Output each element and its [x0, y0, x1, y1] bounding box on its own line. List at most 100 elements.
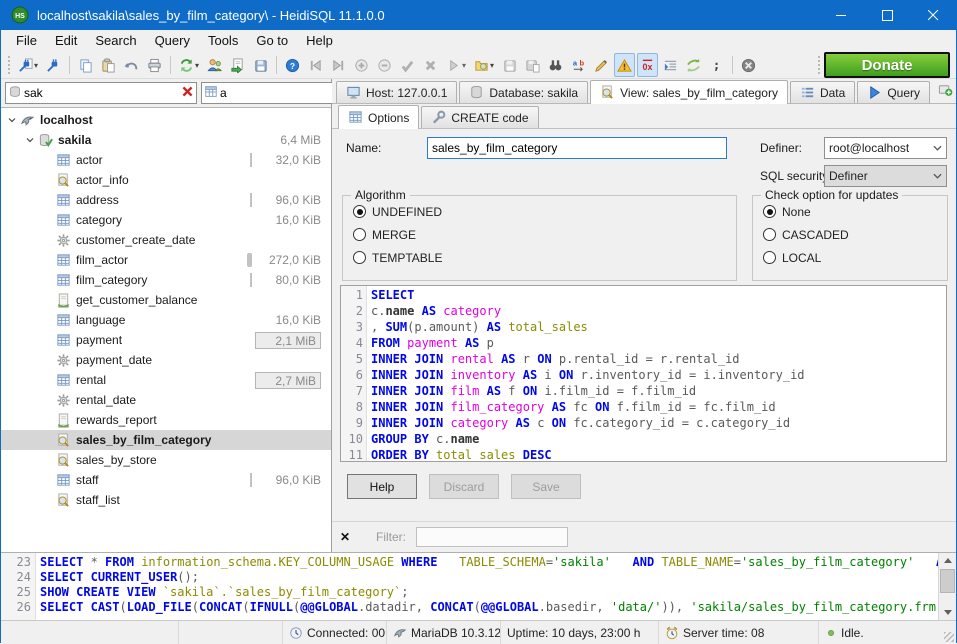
- discard-changes-button[interactable]: [420, 53, 441, 77]
- algorithm-radio-merge[interactable]: MERGE: [353, 227, 736, 242]
- find-text-button[interactable]: [545, 53, 566, 77]
- scrollbar-down-icon[interactable]: [939, 605, 956, 620]
- menu-query[interactable]: Query: [146, 30, 199, 52]
- disconnect-button[interactable]: [43, 53, 64, 77]
- filter-input[interactable]: [416, 527, 568, 547]
- tree-item-actor[interactable]: actor 32,0 KiB: [1, 150, 331, 170]
- minimize-button[interactable]: [818, 0, 864, 30]
- tree-item-actor_info[interactable]: actor_info: [1, 170, 331, 190]
- tree-expander-icon[interactable]: [23, 134, 37, 146]
- tree-item-payment[interactable]: payment 2,1 MiB: [1, 330, 331, 350]
- user-manager-button[interactable]: [204, 53, 225, 77]
- scrollbar-up-icon[interactable]: [939, 553, 956, 568]
- database-filter-input[interactable]: [22, 86, 181, 100]
- new-query-tab-icon[interactable]: [938, 82, 953, 100]
- export-tables-button[interactable]: [227, 53, 248, 77]
- first-row-button[interactable]: [305, 53, 326, 77]
- menu-help[interactable]: Help: [297, 30, 342, 52]
- print-button[interactable]: [144, 53, 165, 77]
- tab-host-127-0-0-1[interactable]: Host: 127.0.0.1: [336, 81, 457, 103]
- save-button[interactable]: Save: [511, 474, 581, 499]
- tab-database-sakila[interactable]: Database: sakila: [459, 81, 588, 103]
- radio-icon[interactable]: [763, 228, 776, 241]
- tab-query[interactable]: Query: [857, 81, 930, 103]
- tree-item-get_customer_balance[interactable]: get_customer_balance: [1, 290, 331, 310]
- execute-sql-button[interactable]: ▾: [443, 53, 469, 77]
- check-option-radio-cascaded[interactable]: CASCADED: [763, 227, 947, 242]
- database-filter-clear-icon[interactable]: [181, 85, 194, 101]
- radio-icon[interactable]: [353, 205, 366, 218]
- tree-item-staff[interactable]: staff 96,0 KiB: [1, 470, 331, 490]
- maximize-button[interactable]: [864, 0, 910, 30]
- tree-item-rental[interactable]: rental 2,7 MiB: [1, 370, 331, 390]
- undo-button[interactable]: [121, 53, 142, 77]
- help-button[interactable]: Help: [347, 474, 417, 499]
- delimiter-button[interactable]: ;: [706, 53, 727, 77]
- view-select-editor[interactable]: 1234567891011 SELECTc.name AS category, …: [340, 285, 947, 462]
- tree-item-sales_by_store[interactable]: sales_by_store: [1, 450, 331, 470]
- dropdown-arrow-icon[interactable]: ▾: [490, 61, 494, 70]
- tree-item-language[interactable]: language 16,0 KiB: [1, 310, 331, 330]
- tree-item-sakila[interactable]: sakila 6,4 MiB: [1, 130, 331, 150]
- tab-data[interactable]: Data: [790, 81, 855, 103]
- query-parameters-button[interactable]: [683, 53, 704, 77]
- view-name-input[interactable]: [427, 137, 727, 159]
- save-sql-button[interactable]: [499, 53, 520, 77]
- radio-icon[interactable]: [353, 228, 366, 241]
- scrollbar-thumb[interactable]: [940, 569, 955, 593]
- radio-icon[interactable]: [763, 251, 776, 264]
- save-sql-as-button[interactable]: [522, 53, 543, 77]
- help-button[interactable]: ?: [282, 53, 303, 77]
- menu-tools[interactable]: Tools: [199, 30, 247, 52]
- insert-row-button[interactable]: [351, 53, 372, 77]
- tab-view-sales-by-film-category[interactable]: View: sales_by_film_category: [590, 80, 788, 104]
- discard-button[interactable]: Discard: [429, 474, 499, 499]
- paste-button[interactable]: [98, 53, 119, 77]
- reformat-sql-button[interactable]: [591, 53, 612, 77]
- tree-item-payment_date[interactable]: payment_date: [1, 350, 331, 370]
- tree-item-film_actor[interactable]: film_actor 272,0 KiB: [1, 250, 331, 270]
- toolbar-grip[interactable]: [6, 56, 11, 74]
- tree-item-customer_create_date[interactable]: customer_create_date: [1, 230, 331, 250]
- menu-file[interactable]: File: [7, 30, 46, 52]
- check-option-radio-none[interactable]: None: [763, 204, 947, 219]
- tree-expander-icon[interactable]: [5, 114, 19, 126]
- indent-button[interactable]: [660, 53, 681, 77]
- binary-as-hex-toggle[interactable]: 0x: [637, 53, 658, 77]
- radio-icon[interactable]: [763, 205, 776, 218]
- dropdown-arrow-icon[interactable]: ▾: [34, 61, 38, 70]
- tree-item-film_category[interactable]: film_category 80,0 KiB: [1, 270, 331, 290]
- sql-security-combo[interactable]: Definer: [824, 165, 947, 187]
- kill-query-button[interactable]: [738, 53, 759, 77]
- dropdown-arrow-icon[interactable]: ▾: [462, 61, 466, 70]
- filter-close-icon[interactable]: ✕: [332, 530, 358, 544]
- tree-item-staff_list[interactable]: staff_list: [1, 490, 331, 510]
- tree-item-category[interactable]: category 16,0 KiB: [1, 210, 331, 230]
- replace-text-button[interactable]: ab: [568, 53, 589, 77]
- stop-on-errors-toggle[interactable]: [614, 53, 635, 77]
- tree-item-address[interactable]: address 96,0 KiB: [1, 190, 331, 210]
- definer-combo[interactable]: root@localhost: [824, 137, 947, 159]
- post-changes-button[interactable]: [397, 53, 418, 77]
- delete-row-button[interactable]: [374, 53, 395, 77]
- menu-edit[interactable]: Edit: [46, 30, 86, 52]
- menu-search[interactable]: Search: [86, 30, 145, 52]
- last-row-button[interactable]: [328, 53, 349, 77]
- algorithm-radio-temptable[interactable]: TEMPTABLE: [353, 250, 736, 265]
- resize-grip[interactable]: [944, 632, 954, 642]
- refresh-button[interactable]: ▾: [176, 53, 202, 77]
- tree-item-sales_by_film_category[interactable]: sales_by_film_category: [1, 430, 331, 450]
- dropdown-arrow-icon[interactable]: ▾: [195, 61, 199, 70]
- subtab-create-code[interactable]: CREATE code: [421, 106, 538, 128]
- subtab-options[interactable]: Options: [338, 105, 419, 129]
- radio-icon[interactable]: [353, 251, 366, 264]
- editor-code[interactable]: SELECTc.name AS category, SUM(p.amount) …: [367, 286, 946, 461]
- session-manager-button[interactable]: ▾: [15, 53, 41, 77]
- tree-item-rental_date[interactable]: rental_date: [1, 390, 331, 410]
- log-scrollbar[interactable]: [938, 553, 956, 620]
- menu-go-to[interactable]: Go to: [247, 30, 297, 52]
- check-option-radio-local[interactable]: LOCAL: [763, 250, 947, 265]
- donate-grip[interactable]: [816, 56, 821, 74]
- tree-item-localhost[interactable]: localhost: [1, 110, 331, 130]
- copy-button[interactable]: [75, 53, 96, 77]
